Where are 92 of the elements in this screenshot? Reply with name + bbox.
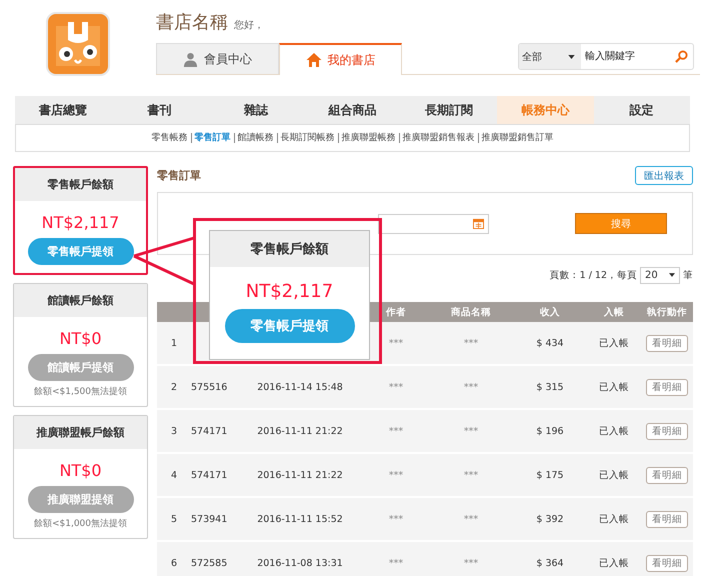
product-cell: ***: [464, 470, 478, 480]
income-cell: $ 364: [536, 558, 564, 568]
category-select[interactable]: 全部: [519, 44, 581, 69]
product-cell: ***: [464, 382, 478, 392]
column-header: 入帳: [604, 306, 624, 318]
order-number: 575516: [191, 382, 228, 392]
income-cell: $ 196: [536, 426, 564, 436]
limit-note: 餘額<$1,500無法提領: [34, 386, 128, 398]
date-field[interactable]: [378, 214, 489, 234]
home-icon: [306, 52, 322, 68]
product-cell: ***: [464, 514, 478, 524]
row-number: 4: [170, 470, 178, 480]
subnav-link[interactable]: 零售帳務: [148, 133, 190, 143]
product-cell: ***: [464, 558, 478, 568]
order-number: 573941: [191, 514, 228, 524]
author-cell: ***: [388, 558, 404, 568]
product-cell: ***: [464, 426, 478, 436]
card-title: 零售帳戶餘額: [15, 168, 146, 201]
income-cell: $ 315: [536, 382, 564, 392]
balance-amount: NT$2,117: [246, 281, 334, 302]
subnav-link[interactable]: 推廣聯盟銷售報表: [398, 133, 478, 143]
card-title: 零售帳戶餘額: [210, 231, 369, 267]
detail-button[interactable]: 看明細: [646, 554, 688, 572]
greeting-text: 您好，: [234, 19, 264, 32]
search-icon[interactable]: [675, 50, 688, 63]
nav-tab[interactable]: 書刊: [111, 96, 208, 124]
row-number: 6: [170, 558, 178, 568]
detail-button[interactable]: 看明細: [646, 334, 688, 352]
person-icon: [183, 52, 198, 66]
caret-icon: [669, 273, 675, 277]
limit-note: 餘額<$1,000無法提領: [34, 518, 128, 530]
row-number: 5: [170, 514, 178, 524]
order-date: 2016-11-08 13:31: [257, 558, 343, 568]
detail-button[interactable]: 看明細: [646, 466, 688, 484]
balance-amount: NT$0: [59, 461, 102, 480]
status-cell: 已入帳: [599, 338, 629, 348]
calendar-icon[interactable]: [473, 218, 484, 229]
order-date: 2016-11-11 21:22: [257, 426, 343, 436]
per-page-select[interactable]: 20: [640, 266, 680, 284]
product-cell: ***: [464, 338, 478, 348]
balance-amount: NT$0: [59, 329, 102, 348]
nav-tab[interactable]: 設定: [594, 96, 690, 124]
column-header: 執行動作: [647, 306, 687, 318]
detail-button[interactable]: 看明細: [646, 378, 688, 396]
nav-tab[interactable]: 組合商品: [304, 96, 401, 124]
author-cell: ***: [388, 514, 404, 524]
export-button[interactable]: 匯出報表: [635, 166, 693, 185]
status-cell: 已入帳: [599, 382, 629, 392]
section-title: 零售訂單: [157, 168, 201, 183]
author-cell: ***: [388, 382, 404, 392]
detail-button[interactable]: 看明細: [646, 422, 688, 440]
income-cell: $ 175: [536, 470, 564, 480]
status-cell: 已入帳: [599, 470, 629, 480]
author-cell: ***: [388, 470, 404, 480]
top-tab[interactable]: 會員中心: [156, 43, 279, 74]
status-cell: 已入帳: [599, 558, 629, 568]
row-number: 2: [170, 382, 178, 392]
balance-amount: NT$2,117: [42, 213, 120, 232]
subnav-link[interactable]: 零售訂單: [190, 133, 234, 143]
order-number: 574171: [191, 426, 228, 436]
nav-tab[interactable]: 書店總覽: [15, 96, 112, 124]
author-cell: ***: [388, 338, 404, 348]
logo-icon: [46, 12, 110, 76]
nav-tab[interactable]: 長期訂閱: [400, 96, 498, 124]
subnav-link[interactable]: 推廣聯盟帳務: [338, 133, 398, 143]
income-cell: $ 434: [536, 338, 564, 348]
income-cell: $ 392: [536, 514, 564, 524]
order-number: 574171: [191, 470, 228, 480]
order-date: 2016-11-11 21:22: [257, 470, 343, 480]
status-cell: 已入帳: [599, 426, 629, 436]
card-title: 館讀帳戶餘額: [14, 284, 147, 317]
detail-button[interactable]: 看明細: [646, 510, 688, 528]
page-info: 頁數：1 / 12，每頁: [550, 268, 637, 282]
status-cell: 已入帳: [599, 514, 629, 524]
store-name: 書店名稱: [156, 11, 228, 34]
subnav-link[interactable]: 館讀帳務: [234, 133, 276, 143]
column-header: 收入: [540, 306, 560, 318]
row-number: 3: [170, 426, 178, 436]
subnav-link[interactable]: 長期訂閱帳務: [276, 133, 338, 143]
caret-icon: [568, 54, 575, 58]
top-tab[interactable]: 我的書店: [279, 43, 402, 75]
row-number: 1: [170, 338, 178, 348]
order-number: 572585: [191, 558, 228, 568]
nav-tab[interactable]: 雜誌: [208, 96, 304, 124]
order-date: 2016-11-14 15:48: [257, 382, 343, 392]
subnav-link[interactable]: 推廣聯盟銷售訂單: [478, 133, 556, 143]
order-date: 2016-11-11 15:52: [257, 514, 343, 524]
unit-text: 筆: [683, 268, 693, 282]
author-cell: ***: [388, 426, 404, 436]
column-header: 作者: [386, 306, 406, 318]
column-header: 商品名稱: [451, 306, 491, 318]
card-title: 推廣聯盟帳戶餘額: [14, 416, 147, 449]
